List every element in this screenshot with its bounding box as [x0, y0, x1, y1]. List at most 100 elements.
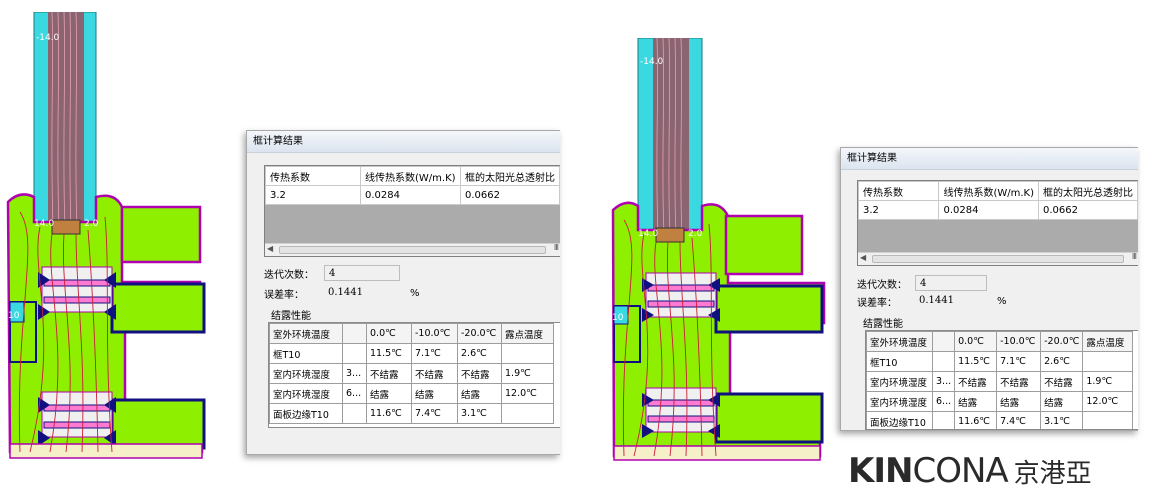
- table-cell: 6...: [931, 391, 956, 412]
- error-rate-field: 0.1441: [919, 295, 954, 306]
- table-cell: 结露: [1040, 391, 1084, 412]
- table-cell: 0.0284: [360, 185, 461, 205]
- table-row: 室内环境湿度 3... 不结露 不结露 不结露 1.9℃: [866, 371, 1134, 392]
- iterations-field: 4: [324, 265, 400, 281]
- table-cell: 1.9℃: [1082, 371, 1134, 392]
- results-table: 传热系数 线传热系数(W/m.K) 框的太阳光总透射比 3.2 0.0284 0…: [264, 166, 560, 205]
- table-cell: 3...: [342, 363, 367, 384]
- table-cell: 室内环境湿度: [269, 363, 343, 384]
- drawing-label: 10: [8, 311, 20, 321]
- column-header: 室外环境温度: [866, 331, 933, 352]
- drawing-label: -14.0: [36, 33, 60, 43]
- column-header: 框的太阳光总透射比: [1038, 181, 1138, 201]
- iterations-row: 迭代次数： 4: [857, 275, 987, 291]
- condensation-group-title: 结露性能: [271, 311, 311, 322]
- column-header: -10.0℃: [996, 331, 1042, 352]
- error-rate-field: 0.1441: [328, 287, 363, 298]
- horizontal-scrollbar[interactable]: ◀ III: [858, 252, 1138, 265]
- table-cell: 结露: [457, 383, 502, 404]
- table-cell: 结露: [366, 383, 412, 404]
- drawing-label: -14.0: [640, 57, 664, 67]
- table-cell: 结露: [996, 391, 1042, 412]
- column-header: 线传热系数(W/m.K): [938, 181, 1039, 201]
- condensation-grid: 室外环境温度 0.0℃ -10.0℃ -20.0℃ 露点温度 框T10 11.5℃…: [268, 322, 560, 428]
- table-cell: 1.9℃: [501, 363, 554, 384]
- results-grid: 传热系数 线传热系数(W/m.K) 框的太阳光总透射比 3.2 0.0284 0…: [264, 165, 560, 257]
- logo-regular-text: CONA: [912, 451, 1008, 491]
- table-cell: 11.6℃: [366, 403, 412, 424]
- table-row: 框T10 11.5℃ 7.1℃ 2.6℃: [866, 351, 1134, 372]
- right-panel: -14.0 14.0 2.0 10 框计算结果 传热系数 线传热系数(W/m.K…: [600, 0, 1160, 491]
- scrollbar-thumb[interactable]: [872, 255, 1124, 263]
- table-cell: 0.0284: [938, 200, 1039, 220]
- horizontal-scrollbar[interactable]: ◀ III: [265, 243, 560, 256]
- table-cell: 11.6℃: [954, 411, 998, 429]
- table-cell: 3.1℃: [1040, 411, 1084, 429]
- table-cell: 3.2: [857, 200, 940, 220]
- scrollbar-thumb[interactable]: [279, 246, 546, 254]
- dialog-title: 框计算结果: [247, 131, 560, 153]
- results-table: 传热系数 线传热系数(W/m.K) 框的太阳光总透射比 3.2 0.0284 0…: [857, 181, 1138, 220]
- table-cell: 面板边缘T10: [269, 403, 343, 424]
- iterations-field: 4: [915, 275, 987, 291]
- table-row: 面板边缘T10 11.6℃ 7.4℃ 3.1℃: [866, 411, 1134, 429]
- condensation-group-title: 结露性能: [863, 319, 903, 330]
- column-header: [342, 323, 367, 344]
- scroll-left-arrow-icon[interactable]: ◀: [267, 244, 273, 253]
- table-cell: 结露: [411, 383, 458, 404]
- table-cell: 7.1℃: [411, 343, 458, 364]
- error-rate-row: 误差率： 0.1441 %: [264, 285, 420, 301]
- column-header: 框的太阳光总透射比: [460, 166, 560, 186]
- table-cell: 不结露: [1040, 371, 1084, 392]
- table-cell: 2.6℃: [457, 343, 502, 364]
- table-cell: [501, 403, 554, 424]
- column-header: 0.0℃: [366, 323, 412, 344]
- drawing-label: 2.0: [688, 229, 703, 239]
- column-header: 露点温度: [1082, 331, 1134, 352]
- error-rate-row: 误差率： 0.1441 %: [857, 293, 1007, 309]
- iterations-label: 迭代次数：: [264, 269, 314, 281]
- scrollbar-grip[interactable]: III: [1132, 252, 1137, 261]
- table-cell: [1082, 411, 1134, 429]
- scrollbar-grip[interactable]: III: [554, 243, 559, 252]
- table-cell: 室内环境湿度: [269, 383, 343, 404]
- thermal-profile-drawing-right: -14.0 14.0 2.0 10: [608, 38, 833, 463]
- iterations-label: 迭代次数：: [857, 279, 907, 291]
- column-header: -10.0℃: [411, 323, 458, 344]
- logo-bold-text: KIN: [848, 451, 913, 491]
- error-rate-unit: %: [410, 287, 420, 299]
- condensation-table: 室外环境温度 0.0℃ -10.0℃ -20.0℃ 露点温度 框T10 11.5℃…: [866, 331, 1134, 429]
- table-cell: [501, 343, 554, 364]
- table-cell: [931, 351, 956, 372]
- results-grid: 传热系数 线传热系数(W/m.K) 框的太阳光总透射比 3.2 0.0284 0…: [857, 180, 1138, 266]
- table-cell: 面板边缘T10: [866, 411, 933, 429]
- table-cell: 3.2: [264, 185, 362, 205]
- table-cell: 不结露: [366, 363, 412, 384]
- table-cell: 结露: [954, 391, 998, 412]
- table-row: 框T10 11.5℃ 7.1℃ 2.6℃: [269, 343, 554, 364]
- table-cell: 不结露: [411, 363, 458, 384]
- table-row: 面板边缘T10 11.6℃ 7.4℃ 3.1℃: [269, 403, 554, 424]
- column-header: 线传热系数(W/m.K): [360, 166, 461, 186]
- drawing-label: 10: [612, 313, 624, 323]
- frame-results-dialog-copy: 框计算结果 传热系数 线传热系数(W/m.K) 框的太阳光总透射比 3.2 0.…: [840, 147, 1138, 431]
- table-cell: 12.0℃: [1082, 391, 1134, 412]
- table-cell: 3...: [931, 371, 956, 392]
- column-header: [931, 331, 956, 352]
- frame-results-dialog: 框计算结果 传热系数 线传热系数(W/m.K) 框的太阳光总透射比 3.2 0.…: [246, 130, 560, 455]
- kincona-logo: KIN CONA 京港亞: [848, 451, 1092, 491]
- table-cell: 11.5℃: [954, 351, 998, 372]
- drawing-label: 2.0: [84, 219, 99, 229]
- table-cell: 室内环境湿度: [866, 391, 933, 412]
- left-panel: -14.0 14.0 2.0 10 框计算结果 传热系数 线传热系数(W/m.K…: [0, 0, 560, 470]
- error-rate-unit: %: [997, 295, 1007, 307]
- drawing-label: 14.0: [34, 219, 54, 229]
- scroll-left-arrow-icon[interactable]: ◀: [860, 253, 866, 262]
- column-header: 0.0℃: [954, 331, 998, 352]
- column-header: 传热系数: [264, 166, 362, 186]
- table-cell: 3.1℃: [457, 403, 502, 424]
- table-row: 室内环境湿度 6... 结露 结露 结露 12.0℃: [866, 391, 1134, 412]
- dialog-title: 框计算结果: [841, 148, 1138, 170]
- condensation-table: 室外环境温度 0.0℃ -10.0℃ -20.0℃ 露点温度 框T10 11.5℃…: [269, 323, 554, 424]
- logo-chinese-text: 京港亞: [1013, 458, 1092, 489]
